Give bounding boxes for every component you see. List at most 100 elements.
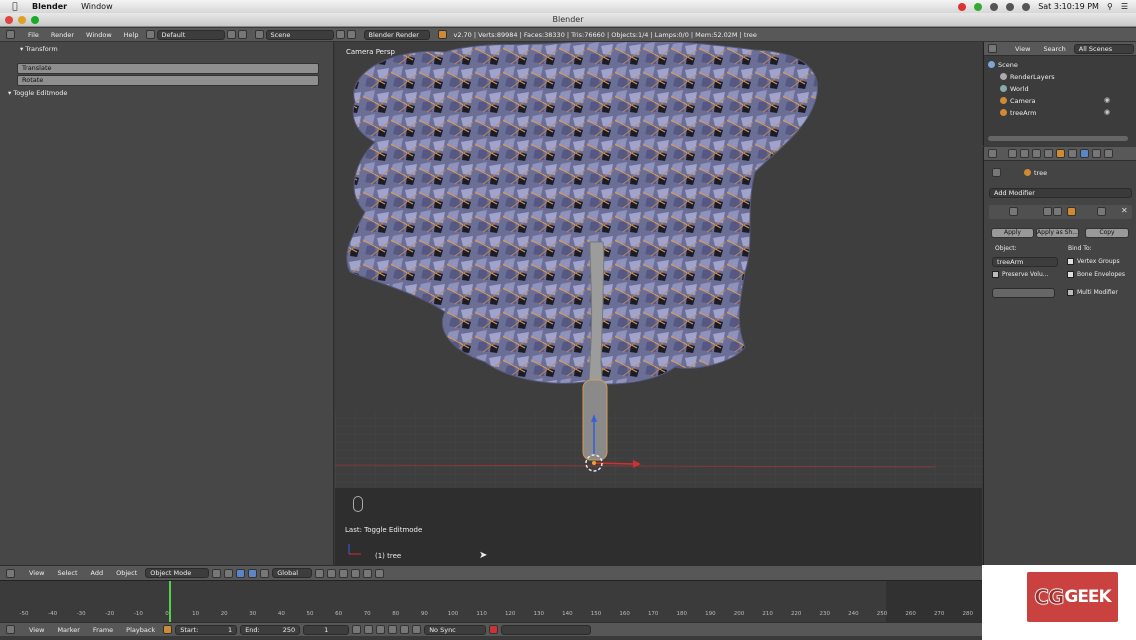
outliner-row-renderlayers[interactable]: RenderLayers bbox=[1000, 71, 1055, 82]
remove-screen-icon[interactable] bbox=[237, 30, 247, 39]
current-frame-field[interactable]: 1 bbox=[303, 624, 350, 635]
multi-modifier-checkbox[interactable] bbox=[1067, 289, 1074, 296]
vertex-groups-checkbox[interactable] bbox=[1067, 258, 1074, 265]
editmode-toggle-icon[interactable] bbox=[1067, 207, 1076, 216]
lock-icon[interactable] bbox=[339, 568, 349, 578]
constraints-tab-icon[interactable] bbox=[1068, 149, 1077, 158]
outliner-view-menu[interactable]: View bbox=[1010, 44, 1035, 54]
remove-scene-icon[interactable] bbox=[346, 30, 356, 39]
menu-view[interactable]: View bbox=[24, 625, 49, 635]
menu-playback[interactable]: Playback bbox=[121, 625, 160, 635]
record-icon[interactable] bbox=[958, 2, 967, 11]
zoom-icon[interactable] bbox=[31, 16, 39, 24]
close-icon[interactable]: ✕ bbox=[1121, 206, 1128, 215]
properties-editor-icon[interactable] bbox=[988, 149, 997, 158]
rotate-button[interactable]: Rotate bbox=[17, 75, 319, 86]
apple-icon[interactable]:  bbox=[8, 2, 22, 12]
multi-modifier-option[interactable]: Multi Modifier bbox=[1067, 289, 1118, 296]
rotate-manipulator-icon[interactable] bbox=[260, 568, 270, 578]
layers-tab-icon[interactable] bbox=[1020, 149, 1029, 158]
play-reverse-icon[interactable] bbox=[376, 625, 386, 634]
viewport-scene[interactable] bbox=[335, 42, 982, 488]
battery-icon[interactable] bbox=[1022, 2, 1031, 11]
outliner-row-camera[interactable]: Camera bbox=[1000, 95, 1036, 106]
copy-button[interactable]: Copy bbox=[1085, 228, 1129, 238]
realtime-toggle-icon[interactable] bbox=[1043, 207, 1052, 216]
scene-icon[interactable] bbox=[254, 30, 264, 39]
bone-envelopes-option[interactable]: Bone Envelopes bbox=[1067, 271, 1125, 278]
editor-type-icon[interactable] bbox=[6, 568, 15, 578]
menu-object[interactable]: Object bbox=[111, 568, 142, 578]
start-frame-field[interactable]: Start: 1 bbox=[175, 624, 238, 635]
x-axis-arrow[interactable] bbox=[593, 462, 636, 465]
screen-layout-icon[interactable] bbox=[145, 30, 155, 39]
object-tab-icon[interactable] bbox=[1056, 149, 1065, 158]
translate-manipulator-icon[interactable] bbox=[248, 568, 258, 578]
world-tab-icon[interactable] bbox=[1044, 149, 1053, 158]
sync-icon[interactable] bbox=[974, 2, 983, 11]
layers-icon[interactable] bbox=[315, 568, 325, 578]
prev-keyframe-icon[interactable] bbox=[364, 625, 374, 634]
apply-button[interactable]: Apply bbox=[991, 228, 1034, 238]
vertex-group-field[interactable] bbox=[992, 288, 1055, 298]
window-menu[interactable]: Window bbox=[81, 2, 113, 11]
timeline[interactable]: -50 -40 -30 -20 -10 0 10 20 30 40 50 60 70 80 90 100 110… bbox=[0, 580, 982, 623]
move-up-icon[interactable] bbox=[1097, 207, 1106, 216]
viewport-shading-icon[interactable] bbox=[212, 568, 222, 578]
menu-select[interactable]: Select bbox=[52, 568, 82, 578]
armature-object-field[interactable]: treeArm bbox=[992, 257, 1058, 267]
notification-icon[interactable]: ☰ bbox=[1121, 2, 1128, 11]
menu-help[interactable]: Help bbox=[119, 30, 144, 40]
outliner-row-world[interactable]: World bbox=[1000, 83, 1029, 94]
snap-icon[interactable] bbox=[363, 568, 373, 578]
keying-set-field[interactable] bbox=[501, 624, 592, 635]
menu-marker[interactable]: Marker bbox=[52, 625, 84, 635]
data-tab-icon[interactable] bbox=[1092, 149, 1101, 158]
modifiers-tab-icon[interactable] bbox=[1080, 149, 1089, 158]
outliner-scrollbar[interactable] bbox=[988, 136, 1128, 141]
spotlight-icon[interactable]: ⚲ bbox=[1107, 2, 1113, 11]
minimize-icon[interactable] bbox=[18, 16, 26, 24]
scene-field[interactable]: Scene bbox=[265, 29, 334, 40]
outliner-display-select[interactable]: All Scenes bbox=[1073, 43, 1134, 54]
proportional-edit-icon[interactable] bbox=[351, 568, 361, 578]
volume-icon[interactable] bbox=[1006, 2, 1015, 11]
menu-render[interactable]: Render bbox=[46, 30, 79, 40]
translate-button[interactable]: Translate bbox=[17, 63, 319, 74]
interaction-mode-select[interactable]: Object Mode bbox=[145, 568, 210, 578]
outliner-editor-icon[interactable] bbox=[988, 44, 997, 53]
outliner-row-treearm[interactable]: treeArm bbox=[1000, 107, 1036, 118]
screen-layout-field[interactable]: Default bbox=[156, 29, 225, 40]
manipulator-icon[interactable] bbox=[236, 568, 246, 578]
play-icon[interactable] bbox=[388, 625, 398, 634]
pivot-point-icon[interactable] bbox=[224, 568, 234, 578]
render-toggle-icon[interactable] bbox=[1053, 207, 1062, 216]
editor-type-icon[interactable] bbox=[6, 625, 15, 634]
preserve-volume-option[interactable]: Preserve Volu... bbox=[992, 271, 1048, 278]
record-icon[interactable] bbox=[489, 625, 499, 634]
pin-icon[interactable] bbox=[992, 168, 1001, 177]
transform-panel-header[interactable]: ▾ Transform bbox=[20, 44, 58, 55]
add-screen-icon[interactable] bbox=[226, 30, 236, 39]
visibility-eye-icon[interactable]: ◉ bbox=[1104, 108, 1110, 116]
transform-orientation-select[interactable]: Global bbox=[272, 568, 313, 578]
app-menu[interactable]: Blender bbox=[32, 2, 67, 11]
preserve-volume-checkbox[interactable] bbox=[992, 271, 999, 278]
render-preview-icon[interactable] bbox=[375, 568, 385, 578]
apply-as-shape-button[interactable]: Apply as Sh... bbox=[1036, 228, 1079, 238]
clock[interactable]: Sat 3:10:19 PM bbox=[1038, 2, 1099, 11]
sync-mode-select[interactable]: No Sync bbox=[424, 624, 487, 635]
3d-viewport[interactable]: Camera Persp Last: Toggle Editmode (1) t… bbox=[335, 42, 982, 565]
render-tab-icon[interactable] bbox=[1008, 149, 1017, 158]
bone-envelopes-checkbox[interactable] bbox=[1067, 271, 1074, 278]
vertex-groups-option[interactable]: Vertex Groups bbox=[1067, 258, 1120, 265]
visibility-eye-icon[interactable]: ◉ bbox=[1104, 96, 1110, 104]
end-frame-field[interactable]: End: 250 bbox=[240, 624, 301, 635]
menu-file[interactable]: File bbox=[23, 30, 44, 40]
outliner-row-scene[interactable]: Scene bbox=[988, 59, 1018, 70]
tree-foliage[interactable] bbox=[346, 42, 818, 385]
menu-view[interactable]: View bbox=[24, 568, 49, 578]
layers-icon[interactable] bbox=[327, 568, 337, 578]
material-tab-icon[interactable] bbox=[1104, 149, 1113, 158]
add-scene-icon[interactable] bbox=[335, 30, 345, 39]
